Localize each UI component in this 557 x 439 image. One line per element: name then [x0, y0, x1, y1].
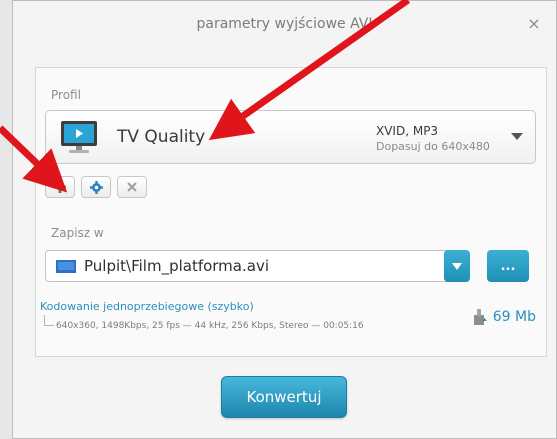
settings-panel: Profil TV Quality XVID, MP3 Dopasuj do 6… [35, 67, 547, 357]
output-size-value: 69 Mb [492, 309, 536, 325]
output-path-text: Pulpit\Film_platforma.avi [84, 257, 269, 275]
close-icon: × [527, 13, 541, 33]
encoding-details: 640x360, 1498Kbps, 25 fps — 44 kHz, 256 … [56, 321, 364, 331]
dialog-title: parametry wyjściowe AVI [196, 15, 373, 32]
output-parameters-dialog: parametry wyjściowe AVI × Profil TV Qual… [12, 0, 557, 439]
encoding-mode-link[interactable]: Kodowanie jednoprzebiegowe (szybko) [40, 300, 254, 313]
delete-profile-button[interactable] [117, 176, 147, 198]
desktop-icon [56, 260, 76, 273]
chevron-down-icon[interactable] [511, 133, 523, 140]
path-dropdown-button[interactable] [444, 250, 470, 282]
profile-section-label: Profil [51, 88, 81, 102]
close-button[interactable]: × [524, 13, 544, 33]
dialog-titlebar: parametry wyjściowe AVI [13, 1, 556, 46]
chevron-down-icon [452, 262, 462, 270]
plus-icon [54, 181, 66, 193]
profile-name: TV Quality [117, 127, 206, 147]
convert-button[interactable]: Konwertuj [221, 376, 347, 418]
tv-icon [61, 121, 97, 153]
profile-fit: Dopasuj do 640x480 [376, 140, 490, 153]
output-size: 69 Mb [473, 309, 536, 325]
browse-button[interactable]: ... [487, 250, 529, 282]
profile-settings-button[interactable] [81, 176, 111, 198]
tree-connector [44, 315, 54, 326]
add-profile-button[interactable] [45, 176, 75, 198]
save-section-label: Zapisz w [51, 226, 104, 240]
output-path-field[interactable]: Pulpit\Film_platforma.avi [45, 250, 459, 282]
profile-codec: XVID, MP3 [376, 124, 439, 138]
close-icon [127, 182, 137, 192]
disk-size-icon [473, 309, 487, 325]
profile-selector[interactable]: TV Quality XVID, MP3 Dopasuj do 640x480 [45, 110, 536, 164]
gear-icon [89, 180, 103, 194]
